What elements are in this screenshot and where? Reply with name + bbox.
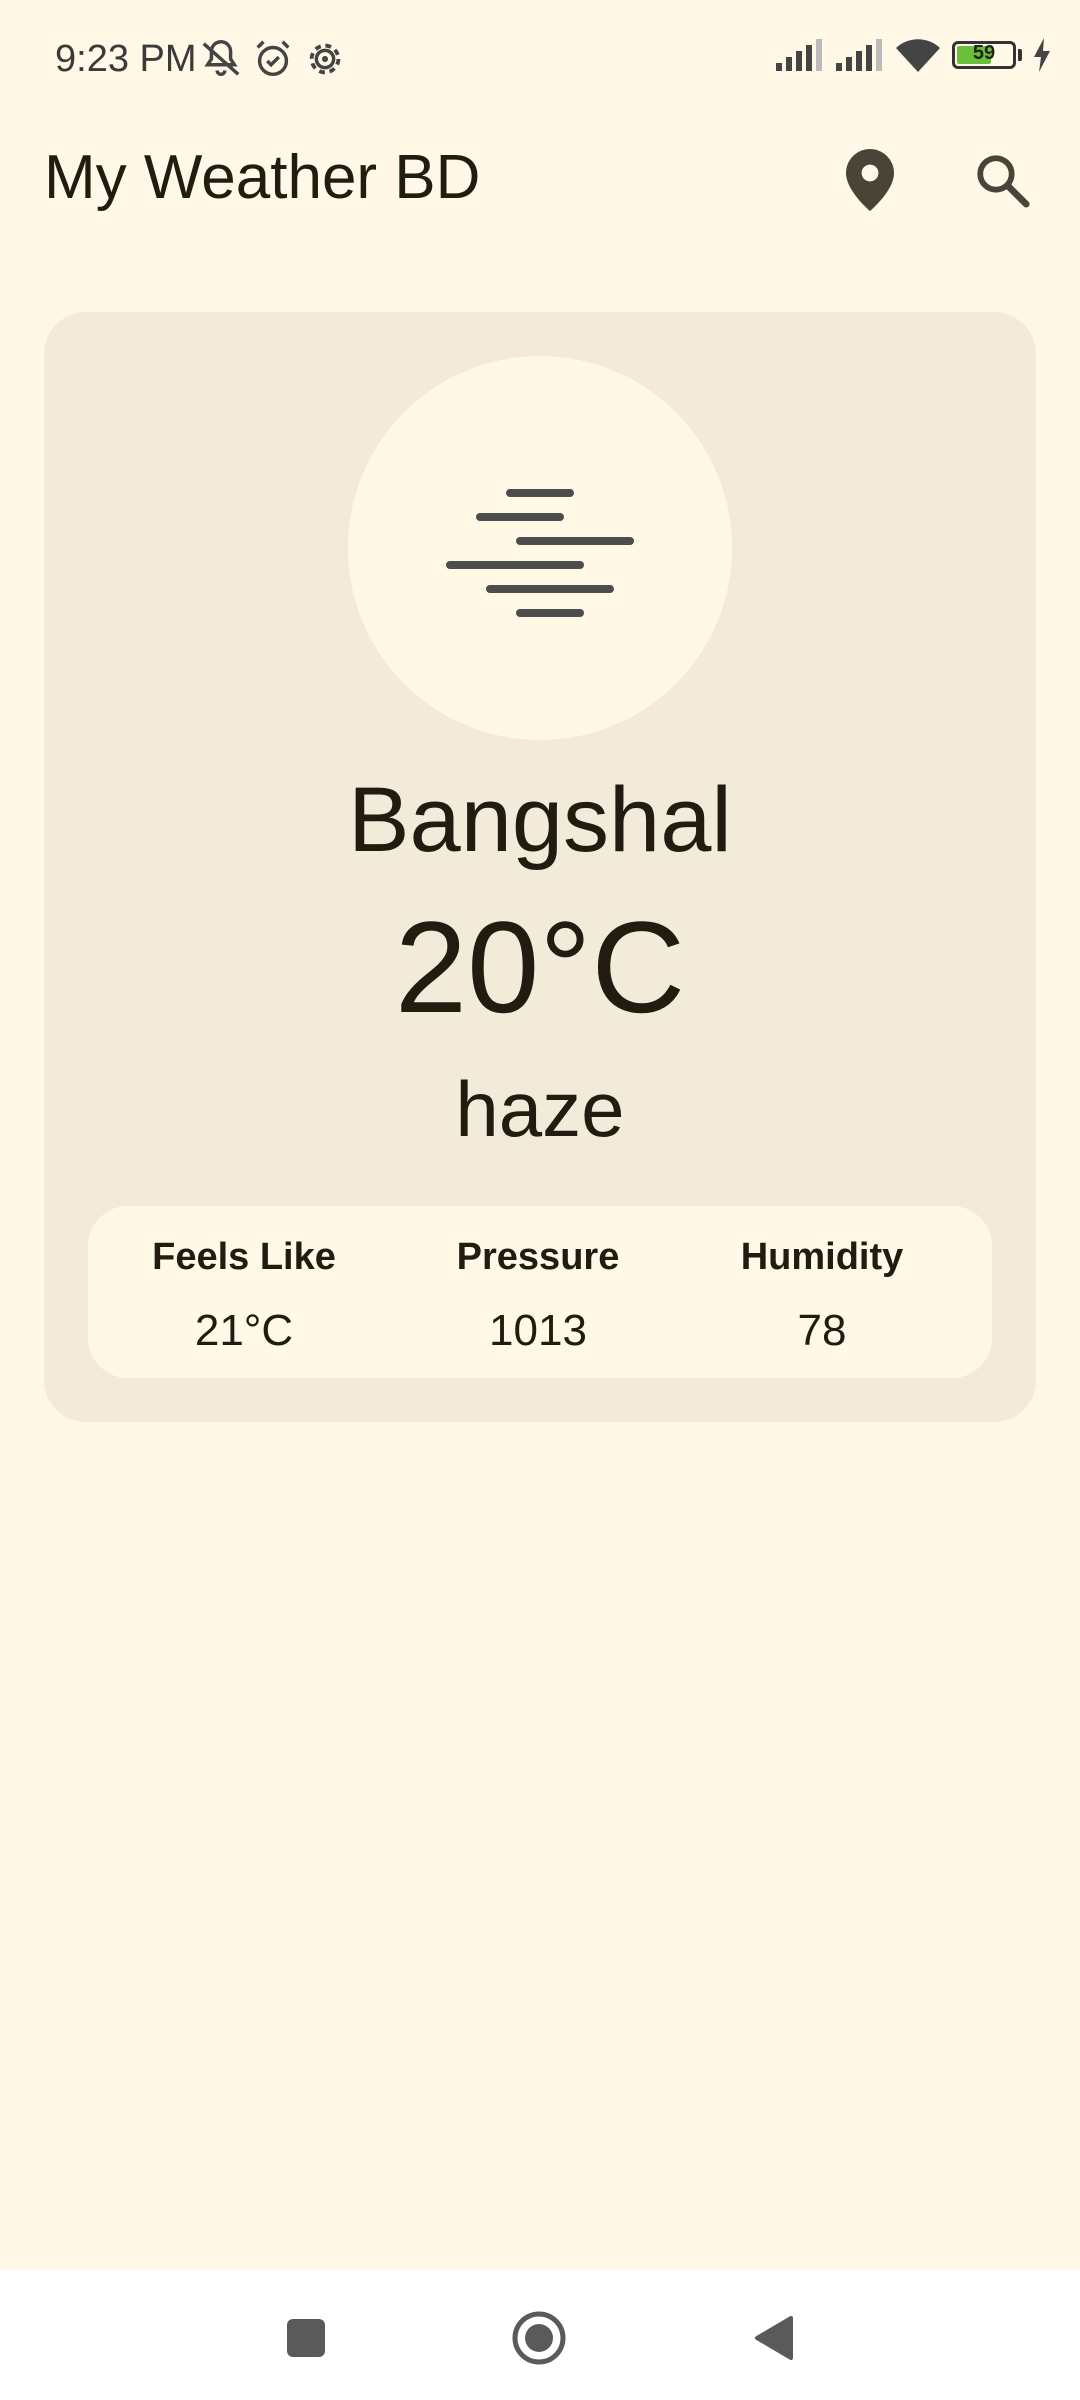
status-bar: 9:23 PM 59: [0, 0, 1080, 120]
detail-label: Humidity: [740, 1236, 904, 1278]
charging-icon: [1034, 38, 1050, 72]
search-button[interactable]: [962, 140, 1042, 220]
detail-pressure: Pressure 1013: [388, 1206, 688, 1378]
city-name: Bangshal: [348, 769, 732, 871]
detail-value: 1013: [489, 1306, 587, 1355]
detail-humidity: Humidity 78: [672, 1206, 972, 1378]
recents-icon: [287, 2319, 325, 2357]
detail-feels-like: Feels Like 21°C: [94, 1206, 394, 1378]
detail-value: 21°C: [194, 1306, 294, 1355]
weather-details: Feels Like 21°C Pressure 1013 Humidity 7…: [88, 1206, 992, 1378]
weather-condition: haze: [455, 1065, 625, 1153]
settings-icon: [309, 43, 341, 75]
recents-button[interactable]: [266, 2298, 346, 2378]
location-pin-icon: [846, 149, 894, 211]
weather-card: Bangshal 20°C haze Feels Like 21°C Press…: [44, 312, 1036, 1422]
navigation-bar: [0, 2270, 1080, 2400]
status-right-icons: 59: [774, 36, 1052, 74]
detail-value: 78: [797, 1306, 847, 1355]
location-button[interactable]: [830, 140, 910, 220]
alarm-icon: [256, 40, 290, 77]
search-icon: [977, 155, 1030, 208]
back-icon: [755, 2316, 793, 2360]
wifi-icon: [896, 39, 940, 72]
battery-level: 59: [972, 42, 996, 64]
bell-off-icon: [202, 40, 240, 77]
app-title: My Weather BD: [44, 143, 481, 212]
home-button[interactable]: [499, 2298, 579, 2378]
weather-icon-container: [348, 356, 732, 740]
back-button[interactable]: [733, 2298, 813, 2378]
signal-icon: [776, 39, 822, 71]
haze-icon: [446, 489, 634, 617]
detail-label: Pressure: [456, 1236, 620, 1278]
signal-icon: [836, 39, 882, 71]
status-time: 9:23 PM: [55, 38, 197, 80]
detail-label: Feels Like: [152, 1236, 336, 1278]
temperature: 20°C: [394, 894, 686, 1040]
home-icon: [512, 2311, 566, 2365]
status-left-icons: [198, 36, 348, 82]
battery-icon: 59: [952, 41, 1016, 69]
